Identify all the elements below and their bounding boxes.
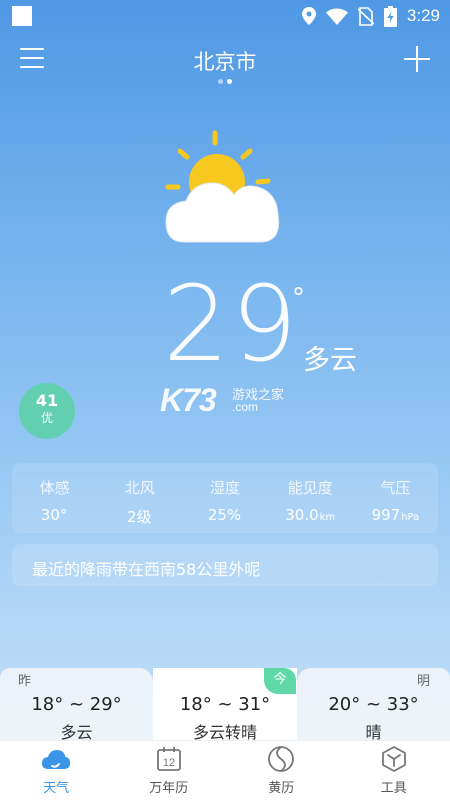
detail-value: 997hPa: [371, 506, 420, 524]
city-title[interactable]: 北京市: [0, 46, 450, 76]
tab-calendar[interactable]: 12 万年历: [113, 741, 226, 800]
current-condition: 多云: [303, 345, 357, 376]
plus-icon[interactable]: [404, 46, 430, 72]
svg-text:12: 12: [163, 757, 175, 769]
weather-cloud-icon: [42, 750, 71, 769]
status-bar: 3:29: [0, 0, 450, 32]
calendar-icon: 12: [156, 747, 181, 771]
header: 北京市: [0, 40, 450, 84]
wifi-icon: [325, 8, 348, 25]
tab-almanac[interactable]: 黄历: [225, 741, 338, 800]
status-icons: 3:29: [301, 4, 440, 28]
detail-humidity: 湿度 25%: [182, 463, 267, 533]
tab-label: 工具: [380, 781, 407, 796]
forecast-tag: 昨: [18, 674, 32, 689]
forecast-tomorrow[interactable]: 明 20° ~ 33° 晴: [297, 668, 450, 742]
detail-value: 2级: [127, 508, 152, 526]
page-indicator: [0, 76, 450, 84]
forecast-condition: 多云转晴: [192, 723, 257, 742]
forecast-range: 18° ~ 31°: [179, 694, 271, 715]
detail-label: 体感: [39, 479, 70, 497]
location-icon: [301, 7, 316, 25]
detail-visibility: 能见度 30.0km: [268, 463, 353, 533]
details-panel: 体感 30° 北风 2级 湿度 25% 能见度 30.0km 气压 997hPa: [12, 463, 438, 533]
watermark-domain: .com: [232, 400, 259, 414]
almanac-icon: [268, 746, 295, 772]
aqi-badge[interactable]: 41 优: [19, 383, 75, 439]
tools-icon: [381, 746, 406, 772]
forecast-range: 20° ~ 33°: [328, 694, 419, 715]
aqi-value: 41: [35, 391, 59, 410]
tab-label: 天气: [43, 781, 70, 796]
watermark: K73 游戏之家 .com: [160, 380, 300, 420]
detail-label: 能见度: [287, 479, 333, 497]
forecast-strip: 昨 18° ~ 29° 多云 18° ~ 31° 多云转晴 明 20° ~ 33…: [0, 668, 450, 742]
detail-label: 北风: [124, 479, 155, 497]
forecast-yesterday[interactable]: 昨 18° ~ 29° 多云: [0, 668, 153, 742]
today-tag: 今: [264, 668, 296, 694]
tab-weather[interactable]: 天气: [0, 741, 113, 800]
detail-value: 30.0km: [285, 506, 336, 524]
detail-value: 25%: [207, 506, 242, 524]
detail-label: 气压: [380, 479, 411, 497]
forecast-tag: 明: [416, 674, 430, 689]
battery-charging-icon: [383, 5, 397, 27]
watermark-brand: K73: [160, 382, 217, 418]
tab-label: 黄历: [268, 781, 295, 796]
detail-feels-like: 体感 30°: [12, 463, 97, 533]
aqi-label: 优: [40, 411, 53, 425]
detail-pressure: 气压 997hPa: [353, 463, 438, 533]
detail-value: 30°: [40, 506, 68, 524]
tab-label: 万年历: [149, 781, 189, 796]
detail-wind: 北风 2级: [97, 463, 182, 533]
bottom-tab-bar: 天气 12 万年历 黄历 工具: [0, 740, 450, 800]
page-dot: [218, 79, 223, 84]
status-time: 3:29: [406, 6, 440, 25]
partly-cloudy-icon: [165, 130, 280, 243]
no-sim-icon: [357, 6, 374, 26]
temperature-value: 29: [163, 263, 300, 385]
temperature-degree: °: [292, 283, 305, 313]
tab-tools[interactable]: 工具: [338, 741, 450, 800]
square-icon: [12, 6, 32, 26]
forecast-range: 18° ~ 29°: [31, 694, 122, 715]
page-dot-active: [227, 79, 232, 84]
rain-notice[interactable]: 最近的降雨带在西南58公里外呢: [12, 544, 438, 586]
detail-label: 湿度: [210, 479, 241, 497]
